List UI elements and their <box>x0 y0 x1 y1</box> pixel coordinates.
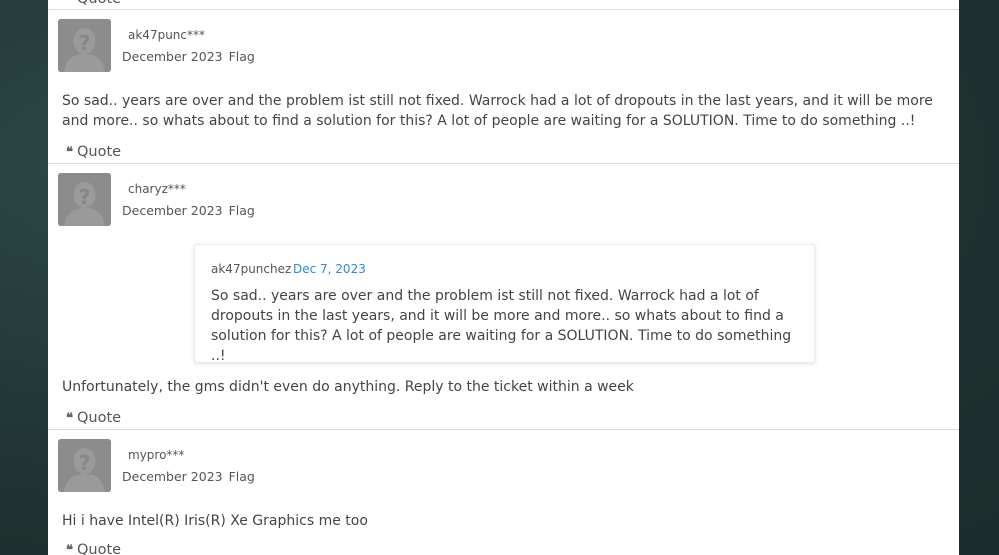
default-avatar-icon: ? <box>58 439 111 492</box>
flag-link[interactable]: Flag <box>229 49 255 64</box>
avatar[interactable]: ? <box>58 173 111 226</box>
quote-button[interactable]: ❝ Quote <box>66 542 121 555</box>
quoted-author[interactable]: ak47punchez <box>211 262 291 276</box>
username[interactable]: charyz*** <box>128 182 186 196</box>
default-avatar-icon: ? <box>58 173 111 226</box>
quote-button-previous[interactable]: ❝Quote <box>66 0 121 7</box>
svg-text:?: ? <box>79 451 91 475</box>
comment-item: ? ak47punc*** December 2023 Flag So sad..… <box>48 9 959 164</box>
comments-panel: ❝Quote ? ak47punc*** December 2023 Flag S… <box>48 0 959 555</box>
quote-icon: ❝ <box>66 411 73 426</box>
username[interactable]: ak47punc*** <box>128 28 205 42</box>
quoted-comment: ak47punchez Dec 7, 2023 So sad.. years a… <box>194 244 815 364</box>
flag-link[interactable]: Flag <box>229 469 255 484</box>
quote-button[interactable]: ❝ Quote <box>66 410 121 426</box>
quote-icon: ❝ <box>66 543 73 555</box>
comment-date: December 2023 <box>122 203 223 218</box>
svg-text:?: ? <box>79 31 91 55</box>
comment-date: December 2023 <box>122 49 223 64</box>
quoted-date-link[interactable]: Dec 7, 2023 <box>293 262 366 276</box>
comment-meta: December 2023 Flag <box>122 49 255 64</box>
flag-link[interactable]: Flag <box>229 203 255 218</box>
comment-item: ? mypro*** December 2023 Flag Hi i have I… <box>48 429 959 555</box>
username[interactable]: mypro*** <box>128 448 184 462</box>
comment-body: Unfortunately, the gms didn't even do an… <box>62 379 634 395</box>
avatar[interactable]: ? <box>58 439 111 492</box>
quote-button[interactable]: ❝ Quote <box>66 144 121 160</box>
svg-text:?: ? <box>79 185 91 209</box>
comment-date: December 2023 <box>122 469 223 484</box>
comment-meta: December 2023 Flag <box>122 469 255 484</box>
quote-icon: ❝ <box>66 0 73 7</box>
comment-body: Hi i have Intel(R) Iris(R) Xe Graphics m… <box>62 513 368 529</box>
quoted-text: So sad.. years are over and the problem … <box>211 288 792 364</box>
avatar[interactable]: ? <box>58 19 111 72</box>
comment-body: So sad.. years are over and the problem … <box>62 93 933 129</box>
quote-icon: ❝ <box>66 145 73 160</box>
comment-meta: December 2023 Flag <box>122 203 255 218</box>
default-avatar-icon: ? <box>58 19 111 72</box>
